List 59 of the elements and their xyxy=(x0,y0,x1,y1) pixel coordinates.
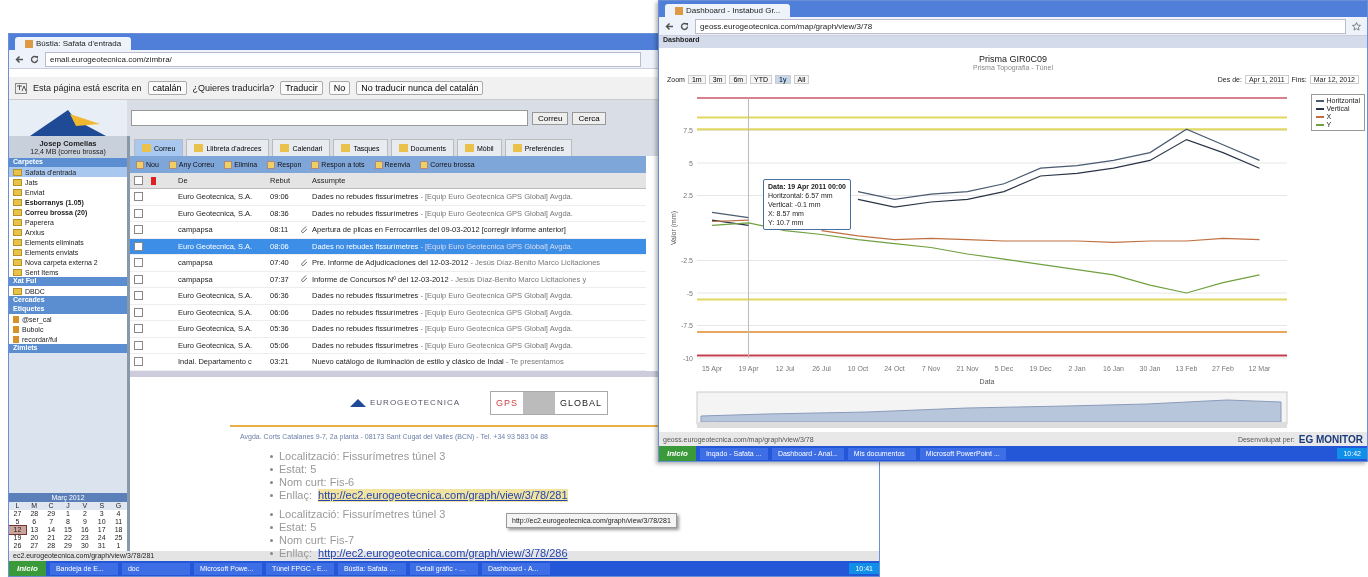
info-line: Nom curt: Fis-6 xyxy=(279,475,355,489)
info-line: Localització: Fissurímetres túnel 3 xyxy=(279,449,446,463)
row-checkbox[interactable] xyxy=(134,307,143,317)
row-checkbox[interactable] xyxy=(134,208,143,218)
link-label: Enllaç: xyxy=(279,488,313,502)
folder-icon xyxy=(13,287,22,295)
browser-tab[interactable]: Dashboard - Instabud Gr... xyxy=(665,4,791,17)
row-checkbox[interactable] xyxy=(134,241,143,251)
select-all-checkbox[interactable] xyxy=(134,176,143,185)
favicon-icon xyxy=(675,6,683,15)
address-bar[interactable]: geoss.eurogeotecnica.com/map/graph/view/3/78 xyxy=(695,18,1346,34)
row-checkbox[interactable] xyxy=(134,225,143,235)
bullet-icon xyxy=(270,454,273,458)
row-checkbox[interactable] xyxy=(134,340,143,350)
bullet-icon xyxy=(270,538,273,542)
reload-icon xyxy=(30,54,39,64)
info-line: Estat: 5 xyxy=(279,462,317,476)
translate-question: ¿Quieres traducirla? xyxy=(192,83,275,93)
search-scope-dropdown[interactable]: Correu xyxy=(532,111,569,125)
translate-button[interactable]: No traducir nunca del catalán xyxy=(356,81,484,95)
info-line: Estat: 5 xyxy=(279,520,317,534)
language-dropdown[interactable]: catalán xyxy=(147,81,187,95)
row-checkbox[interactable] xyxy=(134,274,143,284)
bullet-icon xyxy=(270,525,273,529)
row-checkbox[interactable] xyxy=(134,258,143,268)
address-bar[interactable]: email.eurogeotecnica.com/zimbra/ xyxy=(45,51,641,67)
browser-tab[interactable]: Bústia: Safata d'entrada xyxy=(15,37,132,50)
reload-icon xyxy=(680,21,689,31)
chart-title: Prisma GIR0C09 xyxy=(978,54,1048,64)
flag-icon xyxy=(151,176,156,185)
row-checkbox[interactable] xyxy=(134,291,143,301)
row-checkbox[interactable] xyxy=(134,192,143,202)
back-arrow-icon xyxy=(665,21,674,31)
search-button[interactable]: Cerca xyxy=(572,111,606,125)
translate-button[interactable]: Traducir xyxy=(280,81,323,95)
link-label: Enllaç: xyxy=(279,546,313,560)
bullet-icon xyxy=(270,512,273,516)
favicon-icon xyxy=(25,39,33,48)
bullet-icon xyxy=(270,467,273,471)
row-checkbox[interactable] xyxy=(134,324,143,334)
link[interactable]: http://ec2.eurogeotecnica.com/graph/view/3/78/281 xyxy=(318,488,568,502)
bullet-icon xyxy=(270,551,273,555)
row-checkbox[interactable] xyxy=(134,357,143,367)
info-line: Localització: Fissurímetres túnel 3 xyxy=(279,507,446,521)
search-field[interactable] xyxy=(131,110,528,126)
translate-icon xyxy=(15,82,27,94)
brand-logo: EG MONITOR xyxy=(1298,433,1363,445)
translate-button[interactable]: No xyxy=(328,81,351,95)
bullet-icon xyxy=(270,493,273,497)
gps-logo: GPS GLOBAL xyxy=(490,390,609,415)
star-icon xyxy=(1352,21,1361,31)
start-button[interactable]: Inicio xyxy=(9,561,46,576)
back-arrow-icon xyxy=(15,54,24,64)
info-line: Nom curt: Fis-7 xyxy=(279,533,355,547)
company-logo: EUROGEOTECNICA xyxy=(350,398,460,407)
bullet-icon xyxy=(270,480,273,484)
translate-message: Esta página está escrita en xyxy=(33,83,142,93)
start-button[interactable]: Inicio xyxy=(659,446,696,461)
link[interactable]: http://ec2.eurogeotecnica.com/graph/view/3/78/286 xyxy=(318,546,568,560)
